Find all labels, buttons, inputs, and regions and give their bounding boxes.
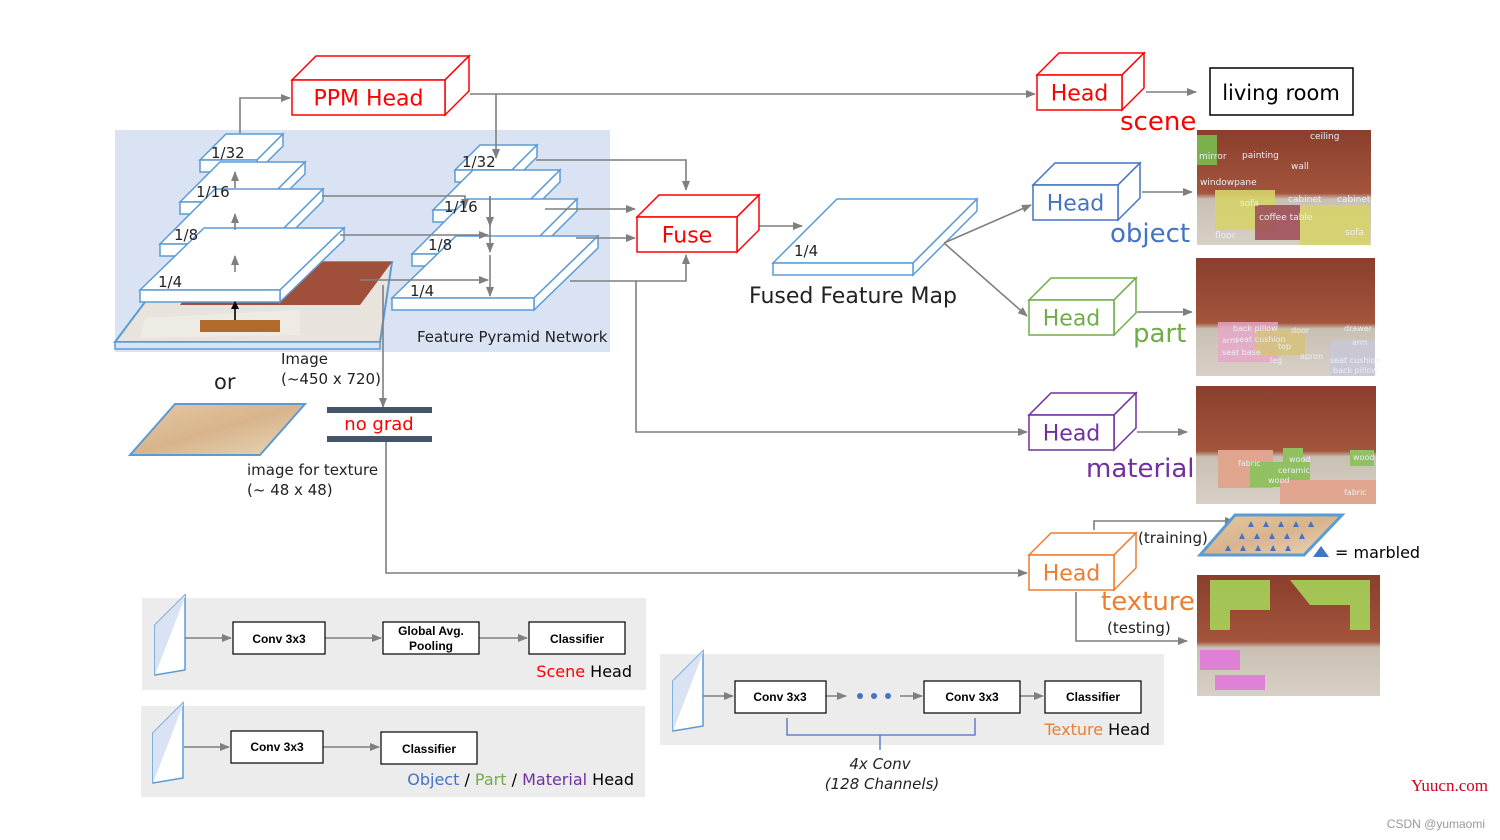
scene-head-blocks: Conv 3x3 Global Avg.Pooling Classifier: [232, 621, 626, 655]
image-size: (~450 x 720): [281, 370, 381, 388]
fused-scale-label: 1/4: [794, 242, 818, 260]
scene-head-box: Head: [1035, 51, 1146, 112]
segment-label: leg: [1270, 356, 1282, 365]
block-label: Classifier: [402, 742, 456, 756]
material-head-box-label: Head: [1043, 421, 1101, 446]
scene-output-label: living room: [1222, 81, 1340, 105]
level-label: 1/16: [196, 183, 230, 201]
texture-head-box-label: Head: [1043, 561, 1101, 586]
segment-label: sofa: [1240, 199, 1259, 209]
segment-label: ceramic: [1278, 466, 1310, 475]
watermark-site: Yuucn.com: [1411, 776, 1488, 795]
level-label: 1/4: [410, 282, 434, 300]
segment-label: sofa: [1345, 228, 1364, 238]
segment-label: wood: [1268, 476, 1289, 485]
object-head-box: Head: [1031, 161, 1142, 222]
material-head-box: Head: [1027, 391, 1138, 452]
segment-label: back pillow: [1333, 366, 1378, 375]
texture-image-size: (~ 48 x 48): [247, 481, 333, 499]
conv-brace-sublabel: (128 Channels): [825, 775, 940, 793]
segment-label: back pillow: [1233, 324, 1278, 333]
object-head-name: object: [1110, 219, 1190, 249]
material-head-name: material: [1086, 454, 1195, 484]
texture-head-box: Head: [1027, 531, 1138, 592]
part-head-name: part: [1133, 319, 1186, 349]
block-label: Classifier: [1066, 690, 1120, 704]
segment-label: apron: [1300, 352, 1323, 361]
texture-head-blocks: Conv 3x3 Conv 3x3 Classifier: [734, 680, 1142, 714]
segment-label: fabric: [1344, 488, 1367, 497]
block-label: Classifier: [550, 632, 604, 646]
texture-head-title: Texture Head: [1044, 720, 1151, 739]
segment-label: arm: [1352, 338, 1368, 347]
segment-label: ceiling: [1310, 132, 1339, 142]
segment-label: cabinet: [1288, 195, 1322, 205]
fuse-box: Fuse: [635, 193, 761, 254]
ppm-head-box: PPM Head: [290, 54, 471, 117]
testing-label: (testing): [1107, 619, 1171, 637]
segment-label: drawer: [1344, 324, 1373, 333]
segment-label: coffee table: [1259, 213, 1313, 223]
level-label: 1/4: [158, 273, 182, 291]
segment-label: wall: [1291, 162, 1309, 172]
part-head-box-label: Head: [1043, 306, 1101, 331]
block-label: Global Avg.: [398, 624, 464, 638]
watermark-credit: CSDN @yumaomi: [1387, 817, 1485, 831]
texture-image-label: image for texture: [247, 461, 378, 479]
segment-label: windowpane: [1200, 178, 1257, 188]
segment-label: wood: [1353, 453, 1374, 462]
scene-head-box-label: Head: [1051, 81, 1109, 106]
segment-label: seat base: [1222, 348, 1261, 357]
texture-input-image: [127, 403, 308, 456]
segment-label: seat cushion: [1330, 356, 1381, 365]
object-part-material-head-title: Object / Part / Material Head: [407, 770, 634, 789]
fused-feature-map-label: Fused Feature Map: [749, 284, 957, 309]
conv-brace-label: 4x Conv: [849, 755, 911, 773]
block-label: Conv 3x3: [250, 740, 304, 754]
level-label: 1/32: [462, 153, 496, 171]
marbled-legend-label: = marbled: [1335, 543, 1420, 562]
segment-label: mirror: [1199, 152, 1227, 162]
material-result-image: fabric woodceramicwoodwoodfabric: [1196, 386, 1376, 504]
no-grad-label: no grad: [344, 414, 413, 435]
segment-label: top: [1278, 342, 1291, 351]
image-label: Image: [281, 350, 328, 368]
block-label: Conv 3x3: [945, 690, 999, 704]
fused-feature-map: [771, 197, 979, 277]
segment-label: cabinet: [1337, 195, 1371, 205]
upernet-diagram: Feature Pyramid Network 1/32 1/16 1/8 1/…: [113, 51, 1488, 831]
part-head-box: Head: [1027, 276, 1138, 337]
block-label: Conv 3x3: [753, 690, 807, 704]
part-result-image: back pillow door drawer arm seat cushion top a…: [1196, 258, 1381, 376]
fuse-box-label: Fuse: [662, 223, 712, 248]
level-label: 1/8: [428, 236, 452, 254]
block-label: Conv 3x3: [252, 632, 306, 646]
no-grad-block: no grad: [327, 407, 432, 442]
level-label: 1/16: [444, 198, 478, 216]
texture-test-result-image: [1197, 575, 1380, 696]
or-label: or: [214, 370, 236, 394]
object-result-image: ceilingmirror paintingwallwindowpanesofa c…: [1197, 130, 1371, 245]
segment-label: painting: [1242, 151, 1279, 161]
object-head-box-label: Head: [1047, 191, 1105, 216]
marbled-legend-icon: [1313, 546, 1329, 557]
ppm-head-box-label: PPM Head: [313, 86, 423, 111]
level-label: 1/8: [174, 226, 198, 244]
segment-label: fabric: [1238, 459, 1261, 468]
level-label: 1/32: [211, 144, 245, 162]
segment-label: wood: [1289, 455, 1310, 464]
scene-head-name: scene: [1120, 107, 1196, 137]
scene-head-title: Scene Head: [536, 662, 632, 681]
texture-head-name: texture: [1101, 587, 1195, 617]
segment-label: door: [1291, 326, 1310, 335]
fpn-label: Feature Pyramid Network: [417, 328, 608, 346]
segment-label: floor: [1215, 231, 1236, 241]
block-label: Pooling: [409, 639, 453, 653]
training-label: (training): [1138, 529, 1208, 547]
